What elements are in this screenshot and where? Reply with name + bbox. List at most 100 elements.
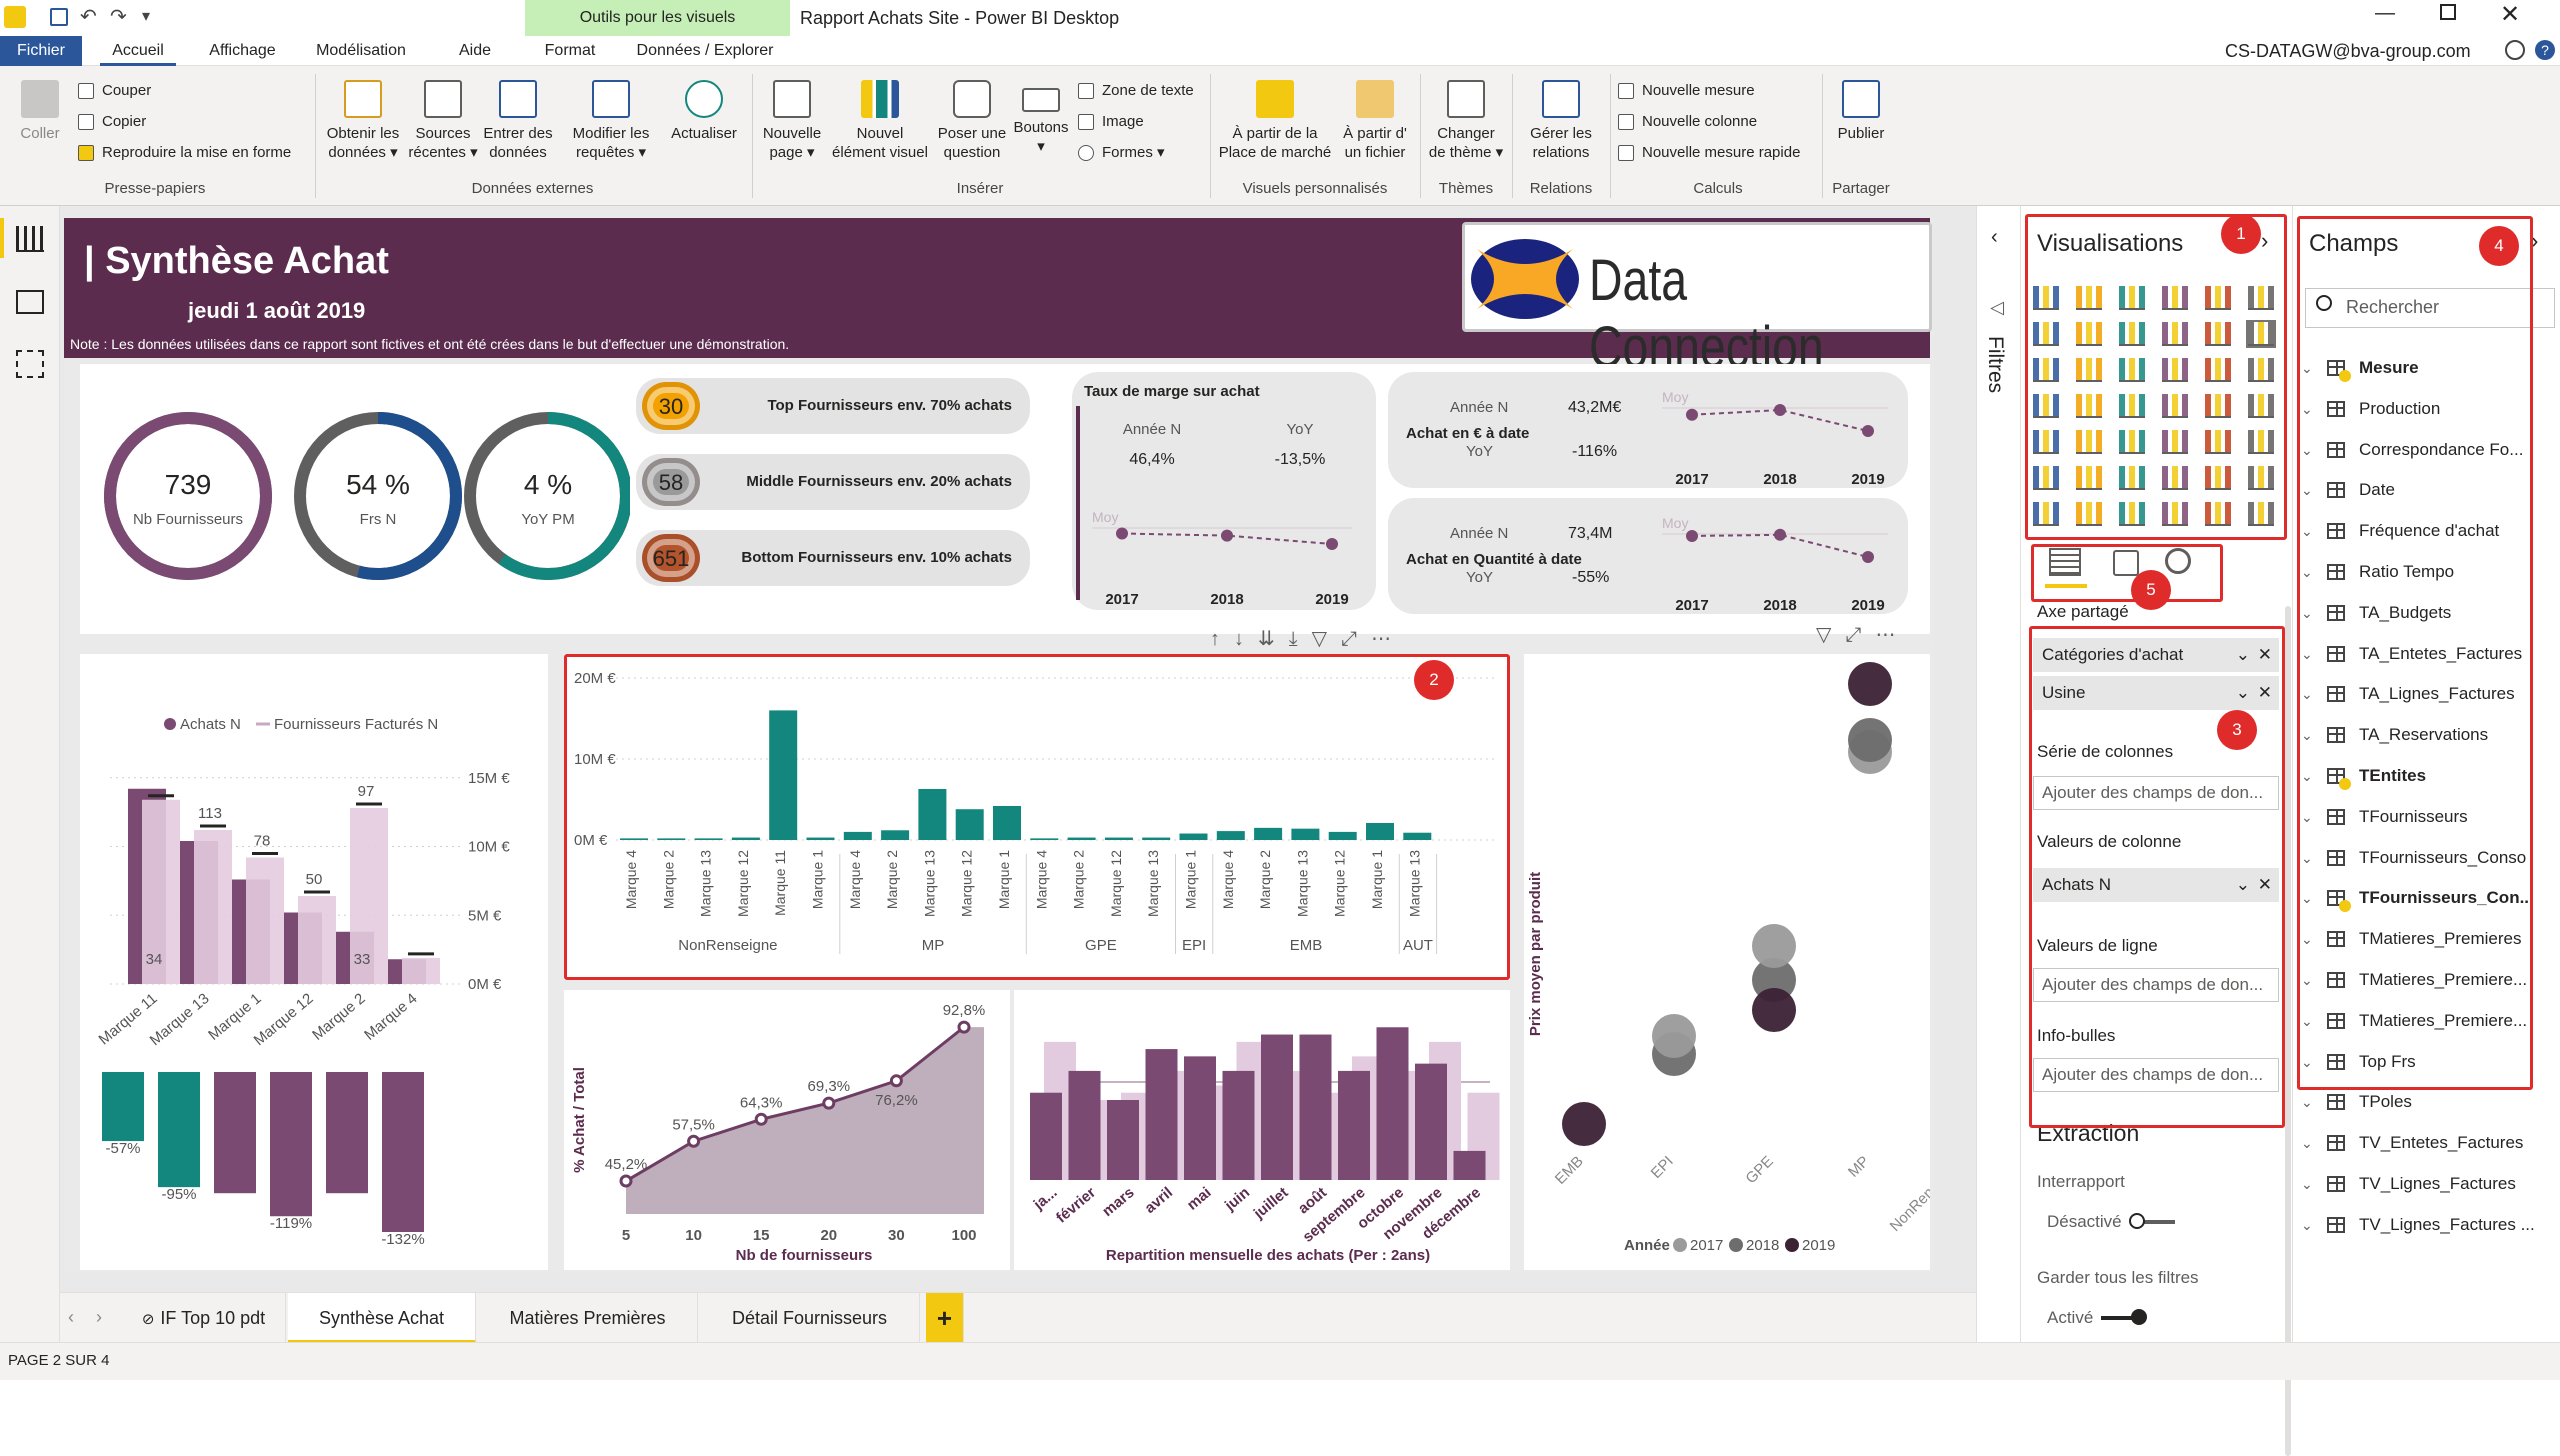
collapse-chevron-icon[interactable]: ‹ xyxy=(1991,226,1998,249)
shapes-label: Formes ▾ xyxy=(1102,144,1165,161)
tab-accueil[interactable]: Accueil xyxy=(100,36,176,66)
tab-affichage[interactable]: Affichage xyxy=(195,36,290,66)
database-icon xyxy=(344,80,382,118)
recent-sources-button[interactable]: Sources récentes ▾ xyxy=(408,80,478,162)
ribbon-separator xyxy=(1210,74,1211,198)
new-page-button[interactable]: Nouvelle page ▾ xyxy=(755,80,829,162)
interrapport-toggle[interactable] xyxy=(2129,1213,2175,1229)
quick-measure-label: Nouvelle mesure rapide xyxy=(1642,144,1801,161)
scatter-legend-year: 2017 xyxy=(1690,1237,1723,1254)
page-tab-detail-fournisseurs[interactable]: Détail Fournisseurs xyxy=(700,1293,920,1343)
scroll-left-icon[interactable]: ‹ xyxy=(68,1307,74,1328)
minimize-button[interactable]: — xyxy=(2375,2,2395,25)
close-button[interactable]: ✕ xyxy=(2500,0,2520,29)
cut-button[interactable]: Couper xyxy=(78,80,151,102)
segment-count: 651 xyxy=(642,534,700,582)
add-page-button[interactable]: + xyxy=(926,1293,964,1343)
publish-button[interactable]: Publier xyxy=(1828,80,1894,143)
filter-icon[interactable]: ▽ xyxy=(1312,628,1341,650)
field-table-row[interactable]: ⌄ TV_Entetes_Factures xyxy=(2293,1123,2560,1163)
model-view-icon[interactable] xyxy=(16,350,44,378)
marketplace-label: À partir de la Place de marché xyxy=(1218,125,1332,161)
expand-all-icon[interactable]: ⇊ xyxy=(1258,628,1289,650)
new-visual-label: Nouvel élément visuel xyxy=(832,125,928,161)
drill-up-icon[interactable]: ↑ xyxy=(1210,628,1234,650)
more-options-icon[interactable]: ⋯ xyxy=(1371,628,1405,650)
undo-icon[interactable]: ↶ xyxy=(80,4,97,29)
refresh-button[interactable]: Actualiser xyxy=(664,80,744,143)
new-column-button[interactable]: Nouvelle colonne xyxy=(1618,111,1757,133)
textbox-icon xyxy=(1078,83,1094,99)
marge-trend-point xyxy=(1221,529,1233,542)
page-tab-synthese-achat[interactable]: Synthèse Achat xyxy=(288,1293,476,1343)
field-table-row[interactable]: ⌄ TV_Lignes_Factures xyxy=(2293,1164,2560,1204)
report-view-icon[interactable] xyxy=(16,226,44,252)
chevron-down-icon[interactable]: ⌄ xyxy=(2301,1205,2313,1245)
redo-icon[interactable]: ↷ xyxy=(110,4,127,29)
scatter-legend-swatch xyxy=(1785,1238,1799,1252)
edit-queries-button[interactable]: Modifier les requêtes ▾ xyxy=(566,80,656,162)
pareto-point xyxy=(957,1020,971,1034)
monthly-xlabel: Repartition mensuelle des achats (Per : … xyxy=(1106,1247,1430,1264)
get-data-button[interactable]: Obtenir les données ▾ xyxy=(320,80,406,162)
pareto-point xyxy=(889,1074,903,1088)
tab-fichier[interactable]: Fichier xyxy=(0,36,82,66)
page-tab-matieres-premieres[interactable]: Matières Premières xyxy=(478,1293,698,1343)
monthly-bar-curr xyxy=(1415,1063,1447,1180)
marge-year-label: 2019 xyxy=(1315,591,1348,608)
monthly-bar-curr xyxy=(1299,1034,1332,1180)
expand-next-icon[interactable]: ⤓ xyxy=(1289,628,1312,650)
tab-aide[interactable]: Aide xyxy=(445,36,505,66)
page-tab-if-top10[interactable]: ⊘ IF Top 10 pdt xyxy=(122,1293,286,1343)
drill-down-icon[interactable]: ↓ xyxy=(1234,628,1258,650)
help-icon[interactable]: ? xyxy=(2535,40,2555,60)
marketplace-button[interactable]: À partir de la Place de marché xyxy=(1215,80,1335,162)
new-visual-button[interactable]: Nouvel élément visuel xyxy=(830,80,930,162)
copy-button[interactable]: Copier xyxy=(78,111,146,133)
maximize-button[interactable] xyxy=(2440,4,2456,20)
tab-modelisation[interactable]: Modélisation xyxy=(305,36,417,66)
image-button[interactable]: Image xyxy=(1078,111,1144,133)
new-measure-button[interactable]: Nouvelle mesure xyxy=(1618,80,1755,102)
more-options-icon[interactable]: ⋯ xyxy=(1875,624,1909,646)
filters-pane-collapsed[interactable]: ‹ ▽ Filtres xyxy=(1976,206,2020,1356)
change-theme-button[interactable]: Changer de thème ▾ xyxy=(1425,80,1507,162)
textbox-button[interactable]: Zone de texte xyxy=(1078,80,1194,102)
paste-button[interactable]: Coller xyxy=(10,80,70,143)
achat-euro-l2: Achat en € à date xyxy=(1406,425,1529,442)
focus-mode-icon[interactable]: ⤢ xyxy=(1845,624,1875,646)
chevron-down-icon[interactable]: ⌄ xyxy=(2301,1123,2313,1163)
enter-data-button[interactable]: Entrer des données xyxy=(480,80,556,162)
data-view-icon[interactable] xyxy=(16,290,44,314)
hidden-page-icon: ⊘ xyxy=(141,1311,155,1328)
filter-icon[interactable]: ▽ xyxy=(1816,624,1845,646)
brush-icon xyxy=(78,145,94,161)
manage-relations-button[interactable]: Gérer les relations xyxy=(1516,80,1606,162)
ask-question-button[interactable]: Poser une question xyxy=(934,80,1010,162)
contextual-group-label: Outils pour les visuels xyxy=(525,0,790,36)
tab-donnees-explorer[interactable]: Données / Explorer xyxy=(625,36,785,66)
shapes-button[interactable]: Formes ▾ xyxy=(1078,142,1165,164)
pane-scrollbar[interactable] xyxy=(2285,606,2291,1456)
scroll-right-icon[interactable]: › xyxy=(96,1307,102,1328)
table-icon xyxy=(2327,1176,2345,1192)
from-file-button[interactable]: À partir d' un fichier xyxy=(1335,80,1415,162)
pareto-xtick: 30 xyxy=(888,1227,905,1244)
save-icon[interactable] xyxy=(50,8,68,26)
quick-measure-button[interactable]: Nouvelle mesure rapide xyxy=(1618,142,1800,164)
monthly-month-label: mai xyxy=(1184,1184,1215,1214)
chevron-down-icon[interactable]: ⌄ xyxy=(2301,1164,2313,1204)
qat-more-icon[interactable]: ▾ xyxy=(142,6,150,26)
scatter-category: GPE xyxy=(1742,1153,1776,1187)
smiley-icon[interactable] xyxy=(2505,40,2525,60)
field-table-row[interactable]: ⌄ TV_Lignes_Factures ... xyxy=(2293,1205,2560,1245)
format-painter-button[interactable]: Reproduire la mise en forme xyxy=(78,142,291,164)
achat-euro-kpi: Année N 43,2M€ Achat en € à dateYoY -116% Mo… xyxy=(1406,389,1888,488)
buttons-button[interactable]: Boutons ▾ xyxy=(1010,80,1072,156)
monthly-month-label: juillet xyxy=(1250,1184,1292,1223)
pareto-value-label: 92,8% xyxy=(943,1002,986,1019)
focus-mode-icon[interactable]: ⤢ xyxy=(1341,628,1371,650)
tab-format[interactable]: Format xyxy=(530,36,610,66)
user-account[interactable]: CS-DATAGW@bva-group.com xyxy=(2225,36,2471,66)
garder-filtres-toggle[interactable] xyxy=(2101,1309,2147,1325)
